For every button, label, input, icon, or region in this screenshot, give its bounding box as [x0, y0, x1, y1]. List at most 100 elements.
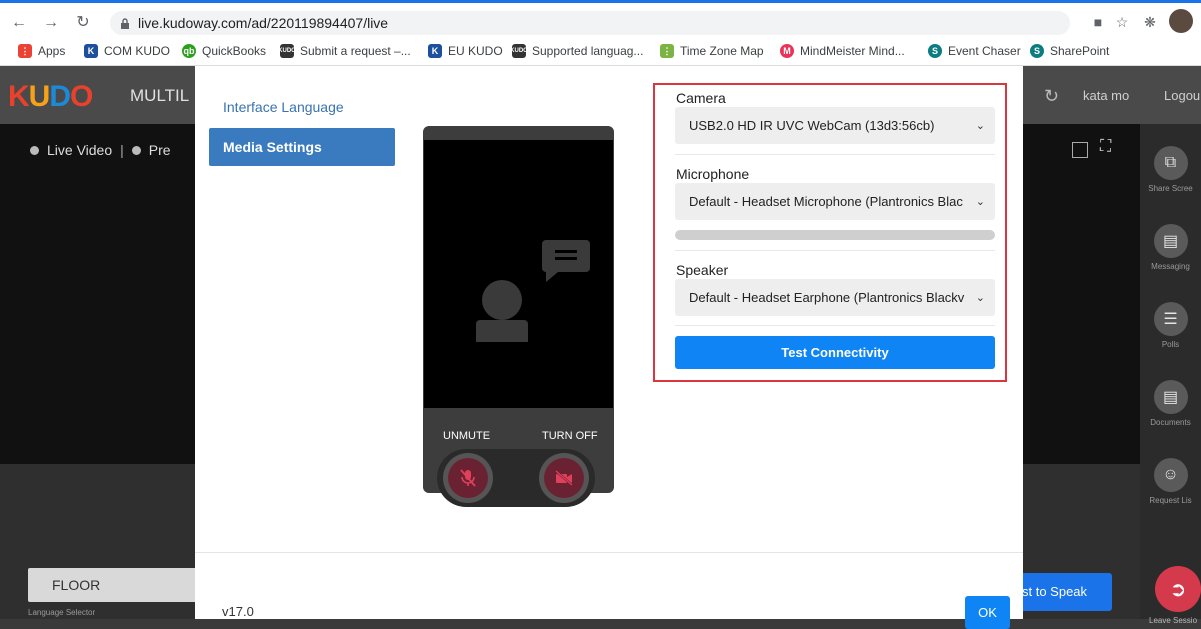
- camera-select-value: USB2.0 HD IR UVC WebCam (13d3:56cb): [689, 118, 935, 133]
- fullscreen-icon[interactable]: ⛶: [1100, 138, 1111, 156]
- documents-icon: ▤: [1153, 380, 1188, 414]
- reload-icon[interactable]: ↻: [72, 12, 94, 34]
- status-dot: [131, 145, 141, 155]
- rail-polls[interactable]: ☰ Polls: [1140, 302, 1201, 349]
- rail-share-screen[interactable]: ⧉ Share Scree: [1140, 146, 1201, 193]
- bookmark-quickbooks[interactable]: qb QuickBooks: [182, 43, 266, 59]
- bookmarks-bar: ⋮ Apps K COM KUDO qb QuickBooks KUDO Submit …: [0, 37, 1201, 66]
- app-version: v17.0: [222, 604, 254, 619]
- bookmark-com-kudo[interactable]: K COM KUDO: [84, 43, 170, 59]
- microphone-select-value: Default - Headset Microphone (Plantronic…: [689, 194, 963, 209]
- timezone-icon: ⋮: [660, 44, 674, 58]
- app-title: MULTIL: [130, 86, 190, 105]
- leave-session-label: Leave Sessio: [1149, 616, 1198, 625]
- back-arrow-icon[interactable]: ←: [8, 12, 30, 34]
- language-selector-label: Language Selector: [28, 608, 96, 617]
- rail-label: Share Scree: [1148, 184, 1193, 193]
- bookmark-label: Event Chaser: [948, 44, 1021, 58]
- rail-label: Messaging: [1151, 262, 1190, 271]
- preview-controls: [437, 449, 595, 507]
- apps-grid-icon: ⋮: [18, 44, 32, 58]
- logout-link[interactable]: Logou: [1164, 88, 1200, 103]
- bookmark-eu-kudo[interactable]: K EU KUDO: [428, 43, 503, 59]
- divider: [675, 325, 995, 326]
- user-name: kata mo: [1083, 88, 1130, 103]
- bookmark-time-zone-map[interactable]: ⋮ Time Zone Map: [660, 43, 764, 59]
- ok-button[interactable]: OK: [965, 596, 1010, 629]
- bookmark-label: Submit a request –...: [300, 44, 411, 58]
- url-text: live.kudoway.com/ad/220119894407/live: [138, 15, 389, 31]
- turn-off-camera-button[interactable]: [539, 453, 589, 503]
- bookmark-submit-request[interactable]: KUDO Submit a request –...: [278, 43, 411, 59]
- tab-live-video[interactable]: Live Video: [47, 142, 112, 158]
- rail-request-list[interactable]: ☺ Request Lis: [1140, 458, 1201, 505]
- refresh-icon[interactable]: ↻: [1044, 86, 1059, 107]
- kudo-logo: KUDO: [8, 80, 93, 113]
- kudo-k-icon: K: [428, 44, 442, 58]
- bookmark-label: Apps: [38, 44, 66, 58]
- bookmark-mindmeister[interactable]: M MindMeister Mind...: [780, 43, 905, 59]
- microphone-select[interactable]: Default - Headset Microphone (Plantronic…: [675, 183, 995, 220]
- mic-muted-icon: [448, 458, 488, 498]
- kudo-small-icon: KUDO: [278, 44, 296, 58]
- status-dot: [30, 145, 39, 155]
- quickbooks-icon: qb: [182, 44, 196, 58]
- forward-arrow-icon[interactable]: →: [40, 12, 62, 34]
- divider: [675, 250, 995, 251]
- profile-avatar[interactable]: [1169, 9, 1193, 33]
- bookmark-label: QuickBooks: [202, 44, 267, 58]
- mindmeister-icon: M: [780, 44, 794, 58]
- language-selector-value: FLOOR: [52, 577, 101, 593]
- address-bar[interactable]: live.kudoway.com/ad/220119894407/live: [110, 11, 1070, 35]
- right-rail: ⧉ Share Scree ▤ Messaging ☰ Polls ▤ Docu…: [1140, 124, 1201, 619]
- rail-messaging[interactable]: ▤ Messaging: [1140, 224, 1201, 271]
- camera-off-icon: [544, 458, 584, 498]
- test-connectivity-button[interactable]: Test Connectivity: [675, 336, 995, 369]
- extensions-puzzle-icon[interactable]: ❋: [1141, 13, 1159, 31]
- bookmark-event-chaser[interactable]: S Event Chaser: [928, 43, 1021, 59]
- camera-indicator-icon[interactable]: ■: [1089, 13, 1107, 31]
- bookmark-sharepoint[interactable]: S SharePoint: [1030, 43, 1109, 59]
- rail-label: Documents: [1150, 418, 1191, 427]
- tab-preview[interactable]: Pre: [149, 142, 171, 158]
- rail-label: Polls: [1161, 340, 1180, 349]
- bookmark-label: EU KUDO: [448, 44, 503, 58]
- chevron-down-icon: ⌄: [975, 120, 985, 132]
- speaker-label: Speaker: [676, 262, 729, 278]
- microphone-label: Microphone: [676, 166, 750, 182]
- camera-label: Camera: [676, 90, 726, 106]
- user-chat-placeholder-icon: [476, 240, 590, 342]
- bookmark-label: COM KUDO: [104, 44, 170, 58]
- messaging-icon: ▤: [1153, 224, 1188, 258]
- stage-tabs: Live Video | Pre: [30, 142, 171, 158]
- sharepoint-icon: S: [928, 44, 942, 58]
- bookmark-supported-languages[interactable]: KUDO Supported languag...: [510, 43, 644, 59]
- speaker-select[interactable]: Default - Headset Earphone (Plantronics …: [675, 279, 995, 316]
- kudo-k-icon: K: [84, 44, 98, 58]
- bookmark-star-icon[interactable]: ☆: [1113, 13, 1131, 31]
- kudo-small-icon: KUDO: [510, 44, 528, 58]
- turn-off-label: TURN OFF: [542, 430, 598, 442]
- layout-toggle-icon[interactable]: [1072, 142, 1088, 158]
- rail-label: Request Lis: [1149, 496, 1192, 505]
- bookmark-label: SharePoint: [1050, 44, 1110, 58]
- browser-toolbar: ← → ↻ live.kudoway.com/ad/220119894407/l…: [0, 3, 1201, 37]
- speaker-select-value: Default - Headset Earphone (Plantronics …: [689, 290, 965, 305]
- nav-interface-language[interactable]: Interface Language: [223, 99, 344, 115]
- bookmark-label: Supported languag...: [532, 44, 644, 58]
- unmute-button[interactable]: [443, 453, 493, 503]
- chevron-down-icon: ⌄: [975, 196, 985, 208]
- rail-documents[interactable]: ▤ Documents: [1140, 380, 1201, 427]
- leave-session-icon[interactable]: ➲: [1155, 566, 1201, 612]
- request-list-icon: ☺: [1153, 458, 1188, 492]
- nav-media-settings-label: Media Settings: [223, 139, 322, 155]
- camera-preview-video: [424, 140, 613, 408]
- camera-select[interactable]: USB2.0 HD IR UVC WebCam (13d3:56cb) ⌄: [675, 107, 995, 144]
- request-to-speak-label: st to Speak: [1022, 584, 1088, 599]
- lock-icon: [121, 17, 129, 29]
- polls-icon: ☰: [1153, 302, 1188, 336]
- microphone-level-meter: [675, 230, 995, 240]
- bookmark-label: Time Zone Map: [680, 44, 764, 58]
- modal-footer-divider: [195, 552, 1023, 553]
- bookmark-apps[interactable]: ⋮ Apps: [18, 43, 65, 59]
